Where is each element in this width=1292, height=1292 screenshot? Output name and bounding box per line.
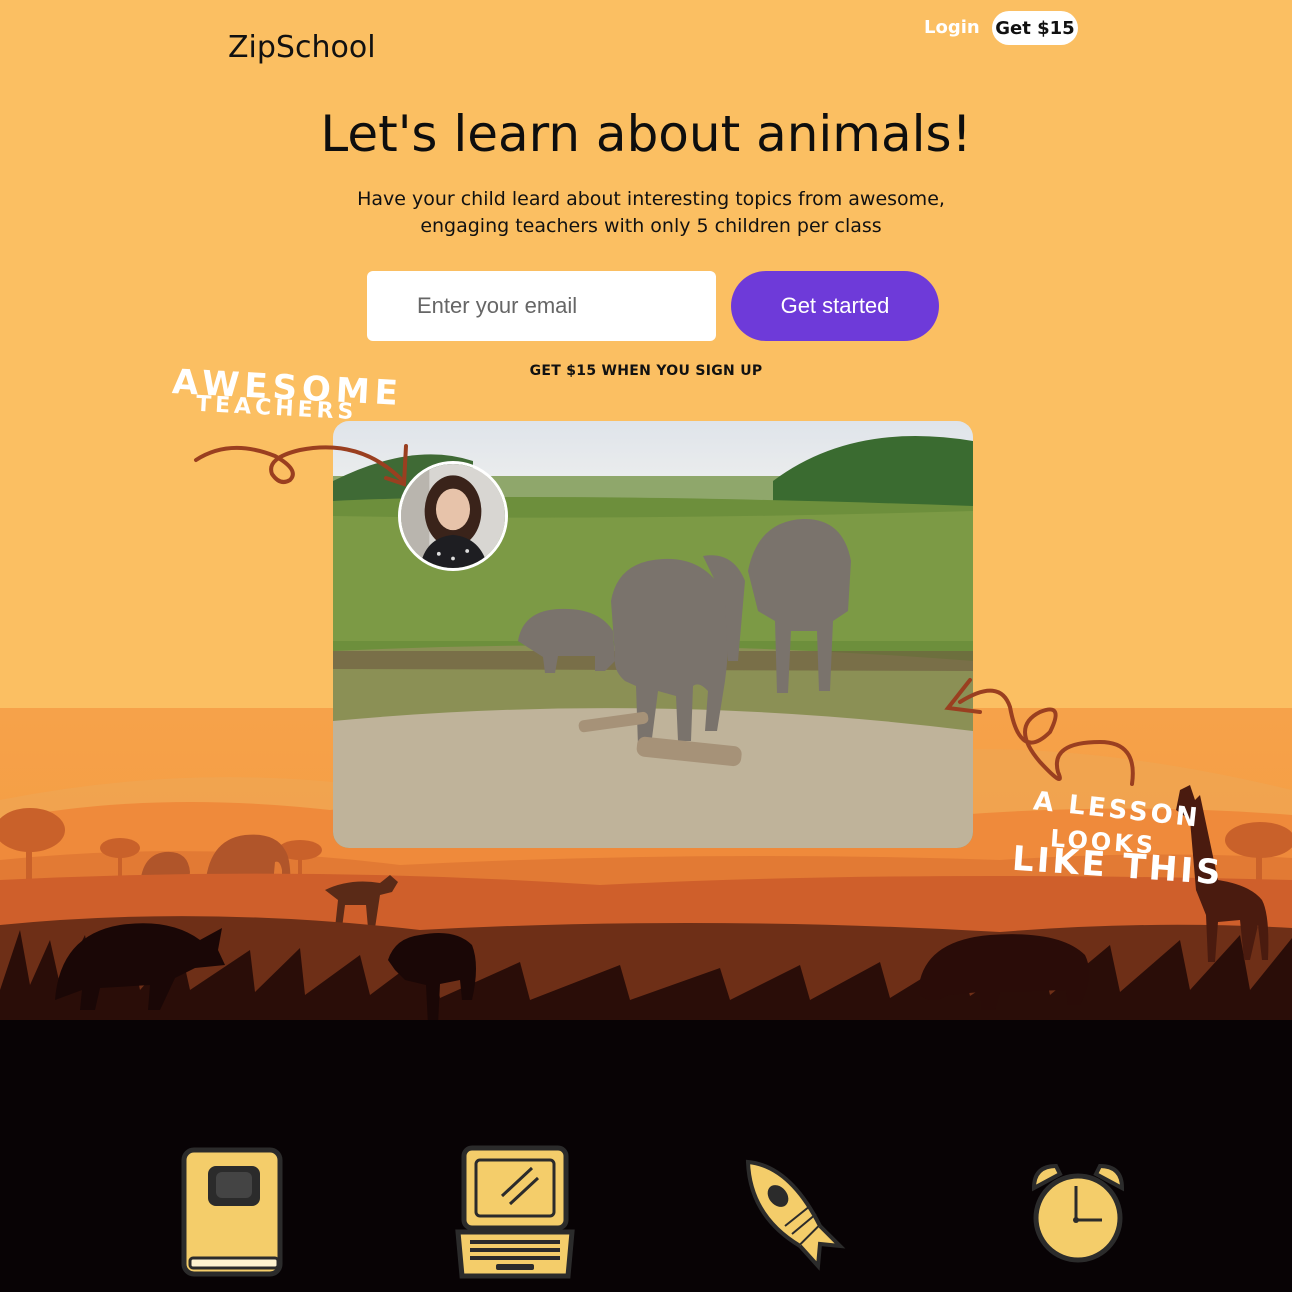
arrow-to-lesson-icon [944, 678, 1135, 786]
get-started-button[interactable]: Get started [731, 271, 939, 341]
alarm-clock-icon [1031, 1163, 1125, 1263]
get-15-button[interactable]: Get $15 [992, 11, 1078, 45]
laptop-icon [455, 1145, 575, 1279]
page-title: Let's learn about animals! [320, 105, 972, 163]
login-link[interactable]: Login [924, 17, 980, 38]
logo[interactable]: ZipSchool [228, 30, 376, 65]
book-icon [181, 1147, 283, 1277]
rocket-icon [745, 1159, 846, 1271]
email-input[interactable] [367, 271, 716, 341]
arrow-to-teacher-icon [194, 444, 408, 487]
hero-subtitle: Have your child leard about interesting … [357, 188, 945, 237]
